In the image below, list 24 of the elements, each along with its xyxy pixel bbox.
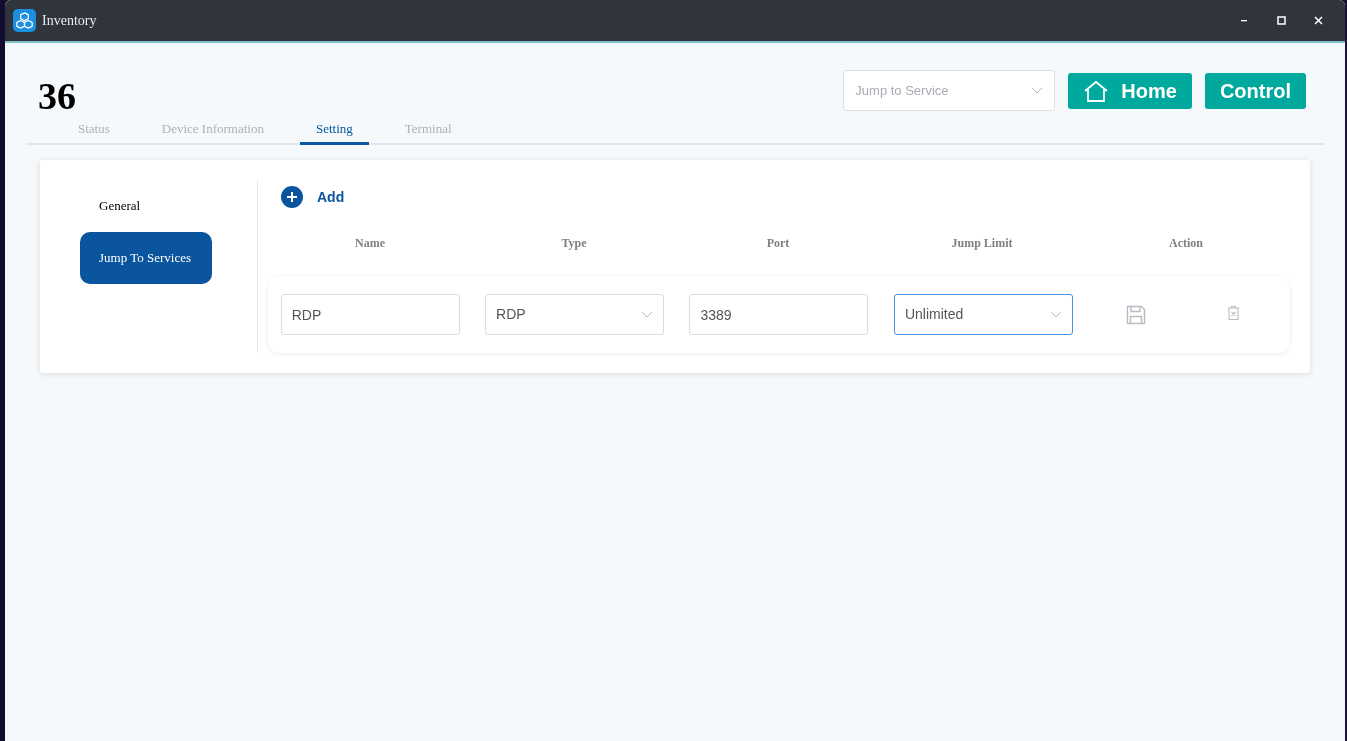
maximize-icon[interactable]	[1277, 16, 1286, 25]
text-field[interactable]: RDP	[280, 294, 460, 335]
chevron-down-icon	[1031, 86, 1044, 95]
minimize-icon[interactable]	[1241, 19, 1249, 22]
tab[interactable]: Setting	[299, 119, 369, 145]
chevron-down-icon	[641, 310, 654, 319]
home-icon	[1083, 79, 1110, 102]
column-header: Action	[1168, 235, 1204, 252]
add-button[interactable]: Add	[281, 186, 345, 208]
column-header: Port	[765, 235, 791, 252]
side-menu-item[interactable]: General	[80, 180, 212, 232]
window-title: Inventory	[42, 12, 97, 30]
select-field[interactable]: RDP	[485, 294, 665, 335]
plus-circle-icon	[281, 186, 303, 208]
close-icon[interactable]	[1314, 16, 1323, 25]
column-header: Type	[560, 235, 588, 252]
select-field[interactable]: Unlimited	[893, 294, 1073, 335]
side-menu-item[interactable]: Jump To Services	[80, 232, 212, 284]
text-field[interactable]: 3389	[689, 294, 869, 335]
app-logo-icon	[13, 9, 36, 32]
chevron-down-icon	[1049, 310, 1062, 319]
column-header: Name	[354, 235, 386, 252]
device-number: 36	[38, 77, 76, 115]
column-header: Jump Limit	[950, 235, 1014, 252]
